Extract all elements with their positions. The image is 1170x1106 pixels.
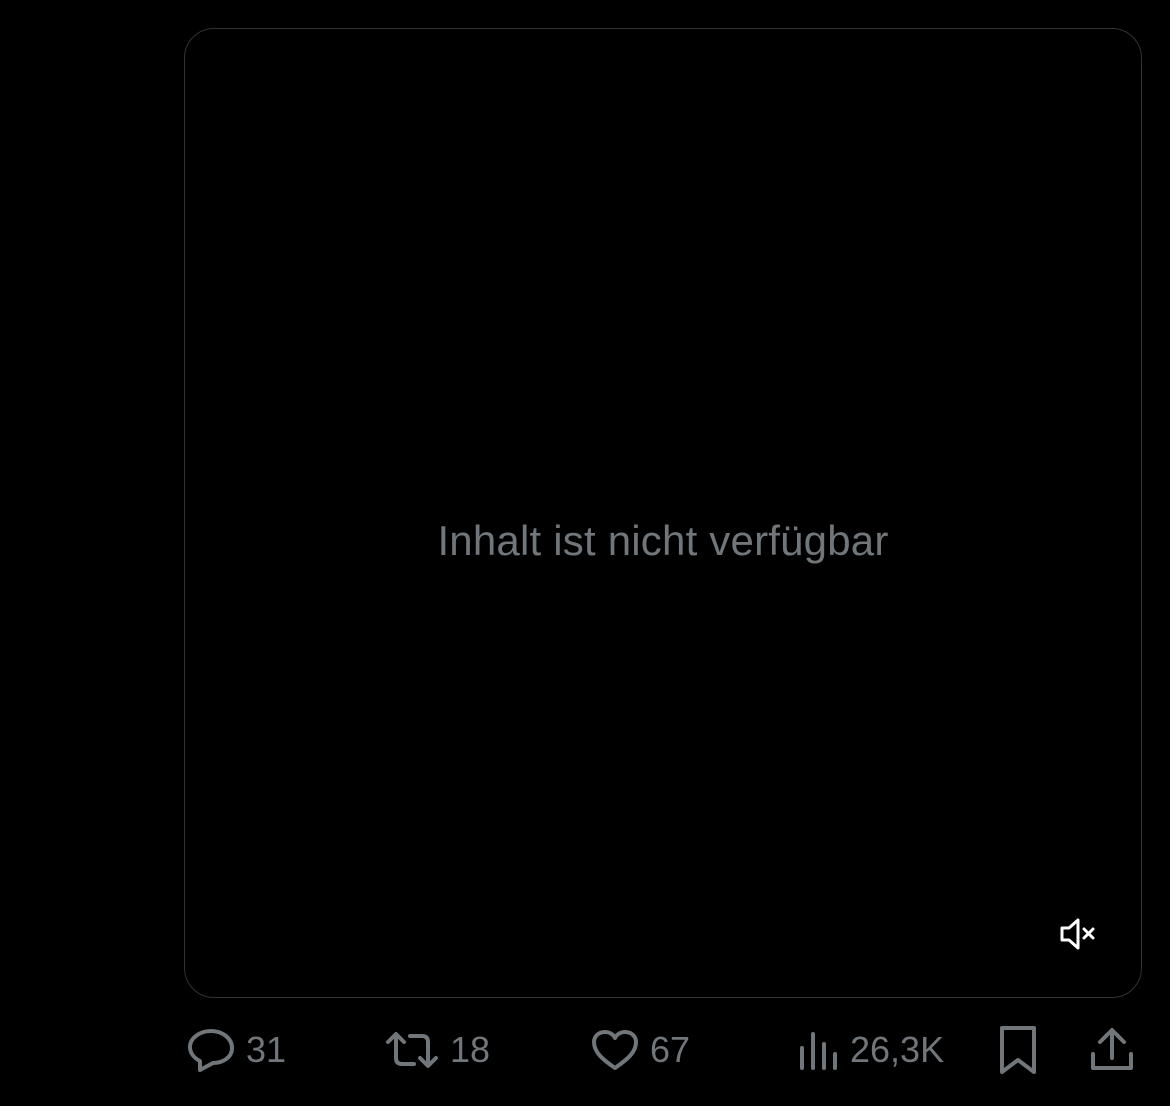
views-count: 26,3K <box>850 1029 945 1070</box>
bar-chart-icon <box>796 1028 840 1072</box>
repost-count: 18 <box>450 1029 491 1070</box>
reply-button[interactable]: 31 <box>186 1018 286 1082</box>
reply-count: 31 <box>246 1029 287 1070</box>
tweet-actions-bar: 31 18 67 26,3K <box>184 1018 1142 1082</box>
media-card[interactable]: Inhalt ist nicht verfügbar <box>184 28 1142 998</box>
bookmark-icon <box>996 1024 1040 1076</box>
content-unavailable-message: Inhalt ist nicht verfügbar <box>437 517 889 564</box>
repost-button[interactable]: 18 <box>384 1018 490 1082</box>
share-button[interactable] <box>1088 1018 1136 1082</box>
share-upload-icon <box>1088 1026 1136 1074</box>
heart-icon <box>590 1028 640 1072</box>
reply-bubble-icon <box>186 1027 236 1073</box>
bookmark-button[interactable] <box>996 1018 1040 1082</box>
repost-arrows-icon <box>384 1028 440 1072</box>
mute-toggle-button[interactable] <box>1057 915 1101 953</box>
like-count: 67 <box>650 1029 691 1070</box>
speaker-muted-icon <box>1059 917 1099 951</box>
like-button[interactable]: 67 <box>590 1018 690 1082</box>
views-button[interactable]: 26,3K <box>796 1018 944 1082</box>
